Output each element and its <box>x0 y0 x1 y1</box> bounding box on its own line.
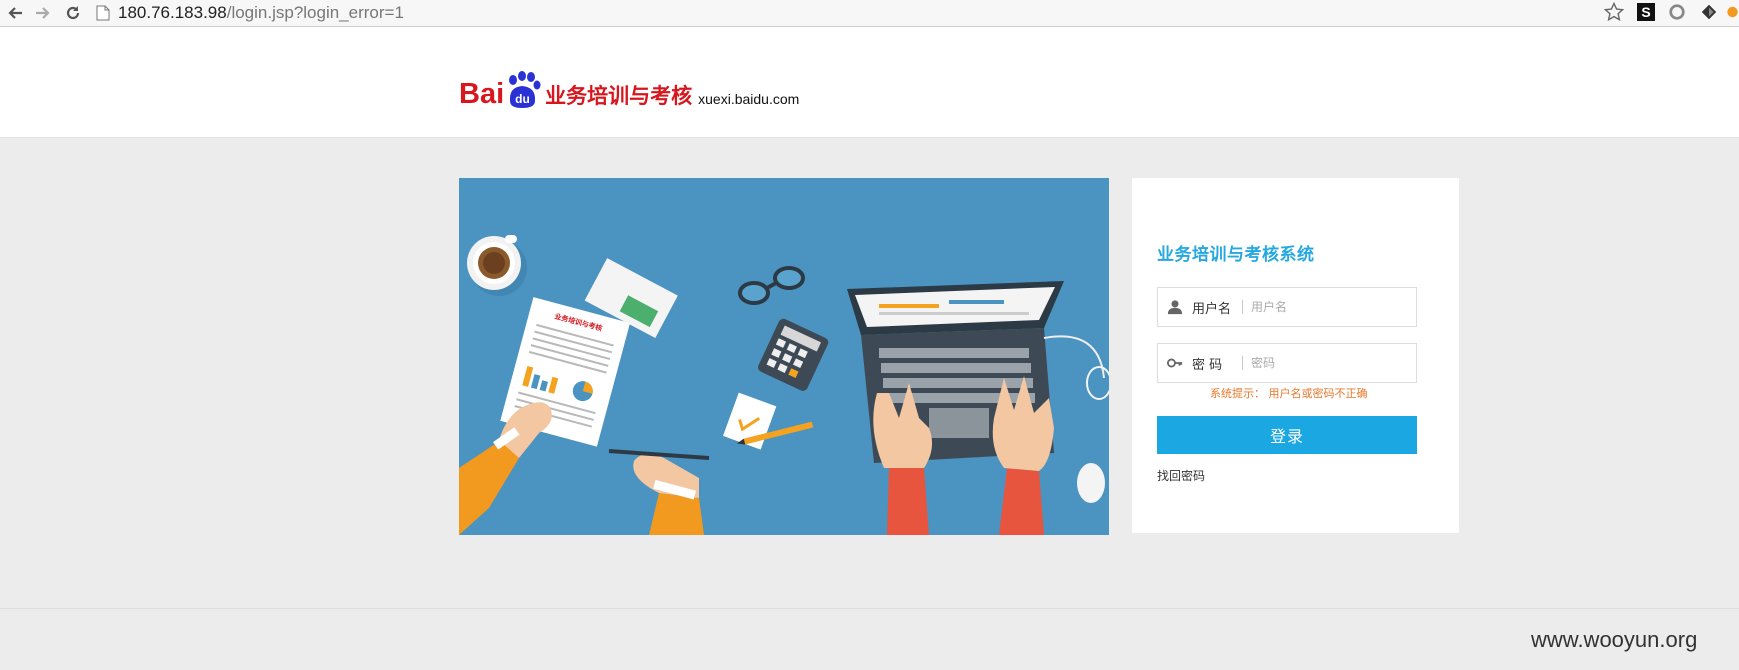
mouse-icon <box>1043 335 1109 503</box>
bookmark-star-button[interactable] <box>1604 2 1624 22</box>
diamond-extension-icon[interactable] <box>1699 2 1719 22</box>
pen-hand-icon <box>608 449 710 535</box>
desk-illustration: 业务培训与考核 <box>459 235 1109 535</box>
reload-icon <box>66 6 80 20</box>
login-title: 业务培训与考核系统 <box>1157 245 1315 265</box>
footer-divider <box>0 608 1739 609</box>
login-panel: 业务培训与考核系统 用户名 密 码 系统提示： 用户名或密码不正确 登录 找回密… <box>1132 178 1459 533</box>
reload-button[interactable] <box>62 2 84 24</box>
circle-extension-icon[interactable] <box>1667 2 1687 22</box>
site-header: Bai du 业务培训与考核 xuexi.baidu.com <box>0 27 1739 138</box>
orange-icon <box>1727 6 1738 18</box>
arrow-right-icon <box>36 7 50 19</box>
baidu-logo[interactable]: Bai du 业务培训与考核 xuexi.baidu.com <box>459 71 799 109</box>
calculator-icon <box>758 318 829 391</box>
glasses-icon <box>738 266 805 305</box>
password-label: 密 码 <box>1192 357 1223 373</box>
left-hand-icon <box>459 402 552 535</box>
url-path: /login.jsp?login_error=1 <box>226 2 404 22</box>
address-bar[interactable]: 180.76.183.98/login.jsp?login_error=1 <box>96 1 1596 24</box>
username-label: 用户名 <box>1192 301 1232 317</box>
baidu-paw-icon: du <box>509 71 541 108</box>
user-icon <box>1166 298 1184 316</box>
key-icon <box>1166 354 1184 372</box>
s-extension-icon[interactable]: S <box>1637 3 1655 21</box>
url-host: 180.76.183.98 <box>118 2 227 22</box>
hero-illustration: 业务培训与考核 <box>459 178 1109 535</box>
laptop-icon <box>847 281 1064 535</box>
browser-toolbar: 180.76.183.98/login.jsp?login_error=1 S <box>0 0 1739 27</box>
username-field[interactable]: 用户名 <box>1157 287 1417 327</box>
circle-icon <box>1669 4 1685 20</box>
logo-bai-text: Bai <box>459 78 505 110</box>
password-input[interactable] <box>1251 356 1401 370</box>
page-icon <box>96 5 110 20</box>
arrow-left-icon <box>8 7 22 19</box>
username-input[interactable] <box>1251 300 1401 314</box>
back-button[interactable] <box>4 2 26 24</box>
logo-du-text: du <box>515 92 530 106</box>
watermark: www.wooyun.org <box>1531 627 1698 652</box>
coffee-cup-icon <box>467 235 527 296</box>
field-separator <box>1242 356 1243 370</box>
forward-button[interactable] <box>32 2 54 24</box>
forgot-password-link[interactable]: 找回密码 <box>1157 467 1205 484</box>
orange-extension-icon[interactable] <box>1726 2 1739 22</box>
error-message: 系统提示： 用户名或密码不正确 <box>1210 387 1368 400</box>
login-button[interactable]: 登录 <box>1157 416 1417 454</box>
star-icon <box>1604 2 1624 22</box>
password-field[interactable]: 密 码 <box>1157 343 1417 383</box>
field-separator <box>1242 300 1243 314</box>
diamond-icon <box>1701 4 1717 20</box>
logo-domain: xuexi.baidu.com <box>698 91 800 107</box>
logo-title: 业务培训与考核 <box>545 84 693 108</box>
